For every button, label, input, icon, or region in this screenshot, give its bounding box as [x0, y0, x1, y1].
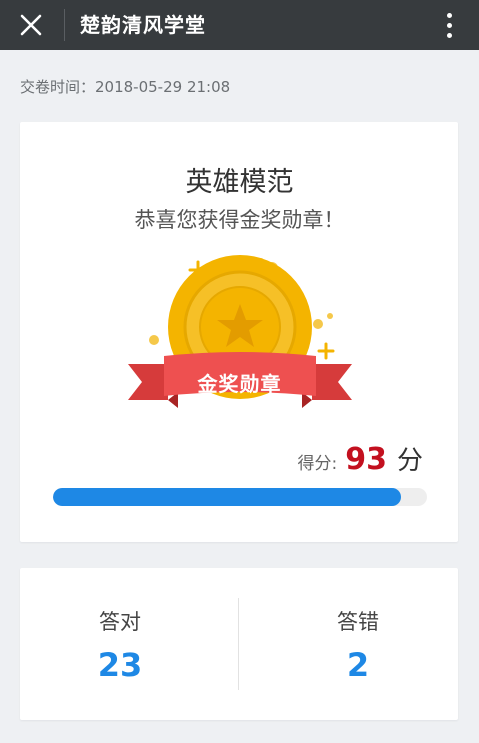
score-unit: 分 — [396, 446, 423, 476]
correct-stat: 答对 23 — [20, 606, 220, 684]
title-divider — [64, 9, 65, 41]
medal-title: 英雄模范 — [185, 167, 294, 198]
wrong-stat: 答错 2 — [258, 606, 458, 684]
wrong-label: 答错 — [337, 610, 379, 634]
score-row: 得分: 93 分 — [298, 440, 424, 477]
wrong-count: 2 — [346, 646, 370, 684]
more-vertical-icon — [446, 12, 452, 18]
medal-subtitle: 恭喜您获得金奖勋章！ — [134, 208, 345, 232]
submission-time: 交卷时间：2018-05-29 21:08 — [20, 78, 231, 96]
top-bar: 楚韵清风学堂 — [0, 0, 479, 50]
score-label: 得分: — [297, 454, 338, 474]
score-progress-bar — [53, 488, 427, 506]
close-button[interactable] — [14, 8, 48, 42]
score-value: 93 — [345, 442, 387, 477]
medal-ribbon-label: 金奖勋章 — [197, 372, 282, 396]
close-icon — [20, 14, 42, 36]
correct-label: 答对 — [99, 610, 141, 634]
score-progress-fill — [53, 488, 401, 506]
correct-count: 23 — [97, 646, 143, 684]
more-button[interactable] — [439, 7, 459, 43]
app-title: 楚韵清风学堂 — [80, 13, 206, 37]
stats-divider — [238, 598, 239, 690]
